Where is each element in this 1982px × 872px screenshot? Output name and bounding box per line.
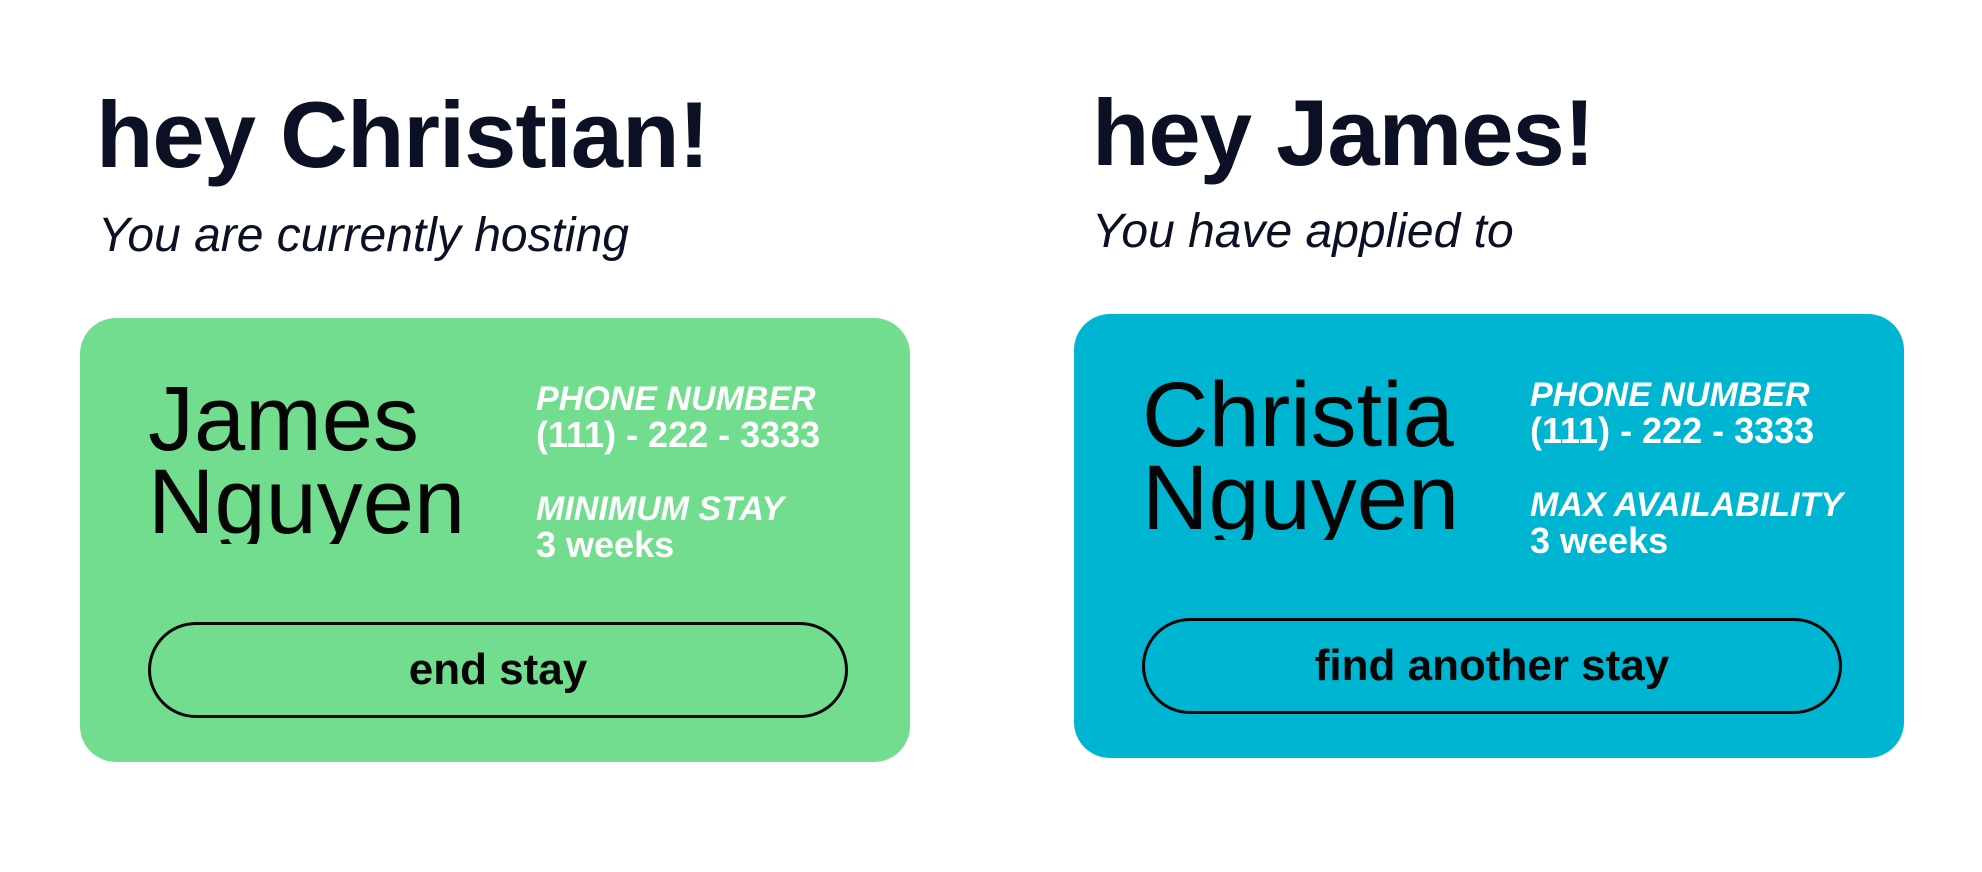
guest-name: James Nguyen: [148, 378, 528, 544]
host-greeting: hey Christian!: [96, 82, 710, 187]
host-last-name: Nguyen: [1142, 446, 1460, 540]
guest-info: PHONE NUMBER (111) - 222 - 3333 MINIMUM …: [536, 382, 820, 564]
availability-block: MAX AVAILABILITY 3 weeks: [1530, 488, 1843, 560]
guest-greeting: hey James!: [1092, 80, 1595, 185]
minimum-stay-label: MINIMUM STAY: [536, 489, 785, 528]
stay-block: MINIMUM STAY 3 weeks: [536, 492, 820, 564]
guest-subtitle: You have applied to: [1092, 205, 1514, 258]
phone-block: PHONE NUMBER (111) - 222 - 3333: [536, 382, 820, 454]
host-name: Christia Nguyen: [1142, 374, 1522, 540]
guest-panel: hey James! You have applied to Christia …: [1072, 0, 1972, 872]
minimum-stay-value: 3 weeks: [536, 523, 675, 565]
phone-label: PHONE NUMBER: [536, 380, 816, 418]
host-subtitle: You are currently hosting: [98, 209, 629, 262]
phone-label: PHONE NUMBER: [1530, 376, 1810, 414]
max-availability-value: 3 weeks: [1530, 519, 1669, 561]
host-info: PHONE NUMBER (111) - 222 - 3333 MAX AVAI…: [1530, 378, 1843, 560]
applied-host-card: Christia Nguyen PHONE NUMBER (111) - 222…: [1074, 314, 1904, 758]
find-another-stay-button[interactable]: find another stay: [1142, 618, 1842, 714]
host-panel: hey Christian! You are currently hosting…: [78, 0, 978, 872]
guest-first-name: James: [148, 378, 419, 470]
guest-last-name: Nguyen: [148, 450, 466, 544]
hosted-guest-card: James Nguyen PHONE NUMBER (111) - 222 - …: [80, 318, 910, 762]
end-stay-button[interactable]: end stay: [148, 622, 848, 718]
host-first-name: Christia: [1142, 374, 1454, 466]
max-availability-label: MAX AVAILABILITY: [1530, 485, 1843, 524]
phone-value: (111) - 222 - 3333: [536, 414, 821, 455]
phone-value: (111) - 222 - 3333: [1530, 410, 1815, 451]
phone-block: PHONE NUMBER (111) - 222 - 3333: [1530, 378, 1843, 450]
